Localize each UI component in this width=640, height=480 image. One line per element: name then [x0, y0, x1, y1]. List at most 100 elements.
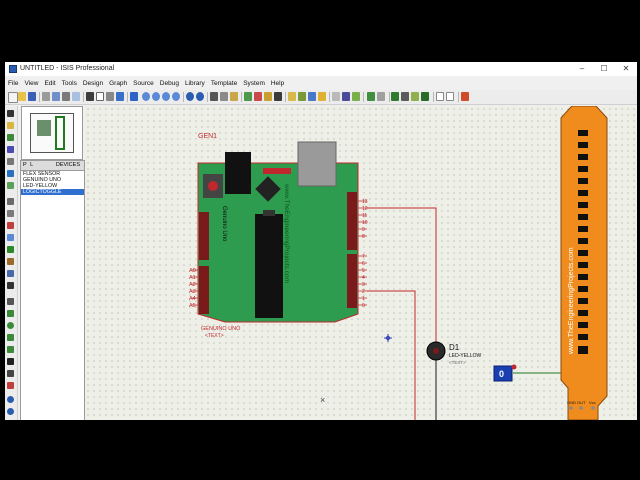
terminals-icon[interactable] [7, 198, 14, 205]
flex-pin-vcc: Vcc [589, 400, 596, 405]
zoom-child-icon[interactable] [401, 92, 409, 101]
subcircuit-icon[interactable] [7, 182, 14, 189]
block-delete-icon[interactable] [274, 92, 282, 101]
generator-icon[interactable] [7, 246, 14, 253]
line-2d-icon[interactable] [7, 298, 14, 305]
electrical-rule-check-icon[interactable] [421, 92, 429, 101]
wire-autorouter-icon[interactable] [332, 92, 340, 101]
packaging-tool-icon[interactable] [308, 92, 316, 101]
ares-icon[interactable] [461, 92, 469, 101]
current-probe-icon[interactable] [7, 270, 14, 277]
text-2d-icon[interactable] [7, 358, 14, 365]
export-icon[interactable] [52, 92, 60, 101]
device-list[interactable]: FLEX SENSOR GENUINO UNO LED-YELLOW LOGIC… [20, 170, 85, 420]
menu-view[interactable]: View [21, 78, 41, 89]
buses-icon[interactable] [7, 170, 14, 177]
save-icon[interactable] [28, 92, 36, 101]
search-tag-icon[interactable] [342, 92, 350, 101]
device-item-selected[interactable]: LOGICTOGGLE [21, 189, 84, 195]
voltage-probe-icon[interactable] [7, 258, 14, 265]
zoom-area-icon[interactable] [172, 92, 180, 101]
menu-graph[interactable]: Graph [106, 78, 130, 89]
print-icon[interactable] [62, 92, 70, 101]
wire-pin2-to-toggle[interactable] [367, 290, 416, 420]
grid-icon[interactable] [96, 92, 104, 101]
isis-app-icon [9, 65, 17, 73]
circle-2d-icon[interactable] [7, 322, 14, 329]
zoom-in-icon[interactable] [142, 92, 150, 101]
arduino-board[interactable]: Genuino Uno www.TheEngineeringProjects.c… [197, 141, 359, 323]
bill-of-materials-icon[interactable] [411, 92, 419, 101]
center-icon[interactable] [116, 92, 124, 101]
block-copy-icon[interactable] [244, 92, 252, 101]
redo-icon[interactable] [196, 92, 204, 101]
schematic-canvas[interactable]: GEN1 Genuino Uno www.TheEngineeringProje… [85, 105, 637, 420]
logic-toggle-button[interactable] [511, 364, 517, 370]
goto-sheet-icon[interactable] [391, 92, 399, 101]
marker-2d-icon[interactable] [7, 382, 14, 389]
rotate-clockwise-icon[interactable] [7, 396, 14, 403]
menu-system[interactable]: System [240, 78, 268, 89]
flex-pin-out: OUT [577, 400, 586, 405]
device-pins-icon[interactable] [7, 210, 14, 217]
zoom-out-icon[interactable] [152, 92, 160, 101]
menu-debug[interactable]: Debug [157, 78, 182, 89]
pan-icon[interactable] [130, 92, 138, 101]
junction-dot-icon[interactable] [7, 134, 14, 141]
reset-button-cap [208, 181, 218, 191]
tape-recorder-icon[interactable] [7, 234, 14, 241]
virtual-instruments-icon[interactable] [7, 282, 14, 289]
menu-help[interactable]: Help [268, 78, 287, 89]
pin-label-a2: A2 [189, 282, 196, 288]
minimize-button[interactable]: – [571, 62, 593, 76]
pick-device-icon[interactable] [288, 92, 296, 101]
area-icon[interactable] [72, 92, 80, 101]
component-mode-icon[interactable] [7, 122, 14, 129]
menu-design[interactable]: Design [80, 78, 106, 89]
import-icon[interactable] [42, 92, 50, 101]
pick-library-button[interactable]: P L [23, 161, 34, 170]
flex-sensor[interactable]: www.TheEngineeringProjects.com GND OUT V… [560, 105, 608, 420]
symbol-2d-icon[interactable] [7, 370, 14, 377]
report-icon[interactable] [446, 92, 454, 101]
menu-tools[interactable]: Tools [59, 78, 80, 89]
cut-icon[interactable] [210, 92, 218, 101]
rotate-anticlockwise-icon[interactable] [7, 408, 14, 415]
pin-label-a3: A3 [189, 289, 196, 295]
block-move-icon[interactable] [254, 92, 262, 101]
make-device-icon[interactable] [298, 92, 306, 101]
text-script-icon[interactable] [7, 158, 14, 165]
path-2d-icon[interactable] [7, 346, 14, 353]
redraw-icon[interactable] [86, 92, 94, 101]
wire-label-icon[interactable] [7, 146, 14, 153]
led-yellow[interactable] [426, 341, 446, 361]
new-sheet-icon[interactable] [367, 92, 375, 101]
decompose-icon[interactable] [318, 92, 326, 101]
menu-edit[interactable]: Edit [41, 78, 58, 89]
block-rotate-icon[interactable] [264, 92, 272, 101]
close-button[interactable]: ✕ [615, 62, 637, 76]
remove-sheet-icon[interactable] [377, 92, 385, 101]
open-folder-icon[interactable] [18, 92, 26, 101]
pin-label-13: 13 [362, 199, 368, 205]
netlist-icon[interactable] [436, 92, 444, 101]
digital-pin-labels: 13 12 11 10 9 8 7 6 5 4 3 2 1 0 [358, 199, 368, 309]
false-origin-icon[interactable] [106, 92, 114, 101]
wire-pin12-to-led[interactable] [367, 207, 437, 342]
undo-icon[interactable] [186, 92, 194, 101]
menu-library[interactable]: Library [182, 78, 208, 89]
graph-mode-icon[interactable] [7, 222, 14, 229]
copy-icon[interactable] [220, 92, 228, 101]
new-file-icon[interactable] [8, 92, 18, 103]
menu-file[interactable]: File [5, 78, 21, 89]
selection-mode-icon[interactable] [7, 110, 14, 117]
zoom-all-icon[interactable] [162, 92, 170, 101]
property-assignment-icon[interactable] [352, 92, 360, 101]
maximize-button[interactable]: ☐ [593, 62, 615, 76]
arc-2d-icon[interactable] [7, 334, 14, 341]
paste-icon[interactable] [230, 92, 238, 101]
overview-window[interactable] [21, 106, 83, 160]
box-2d-icon[interactable] [7, 310, 14, 317]
menu-template[interactable]: Template [208, 78, 240, 89]
menu-source[interactable]: Source [130, 78, 157, 89]
